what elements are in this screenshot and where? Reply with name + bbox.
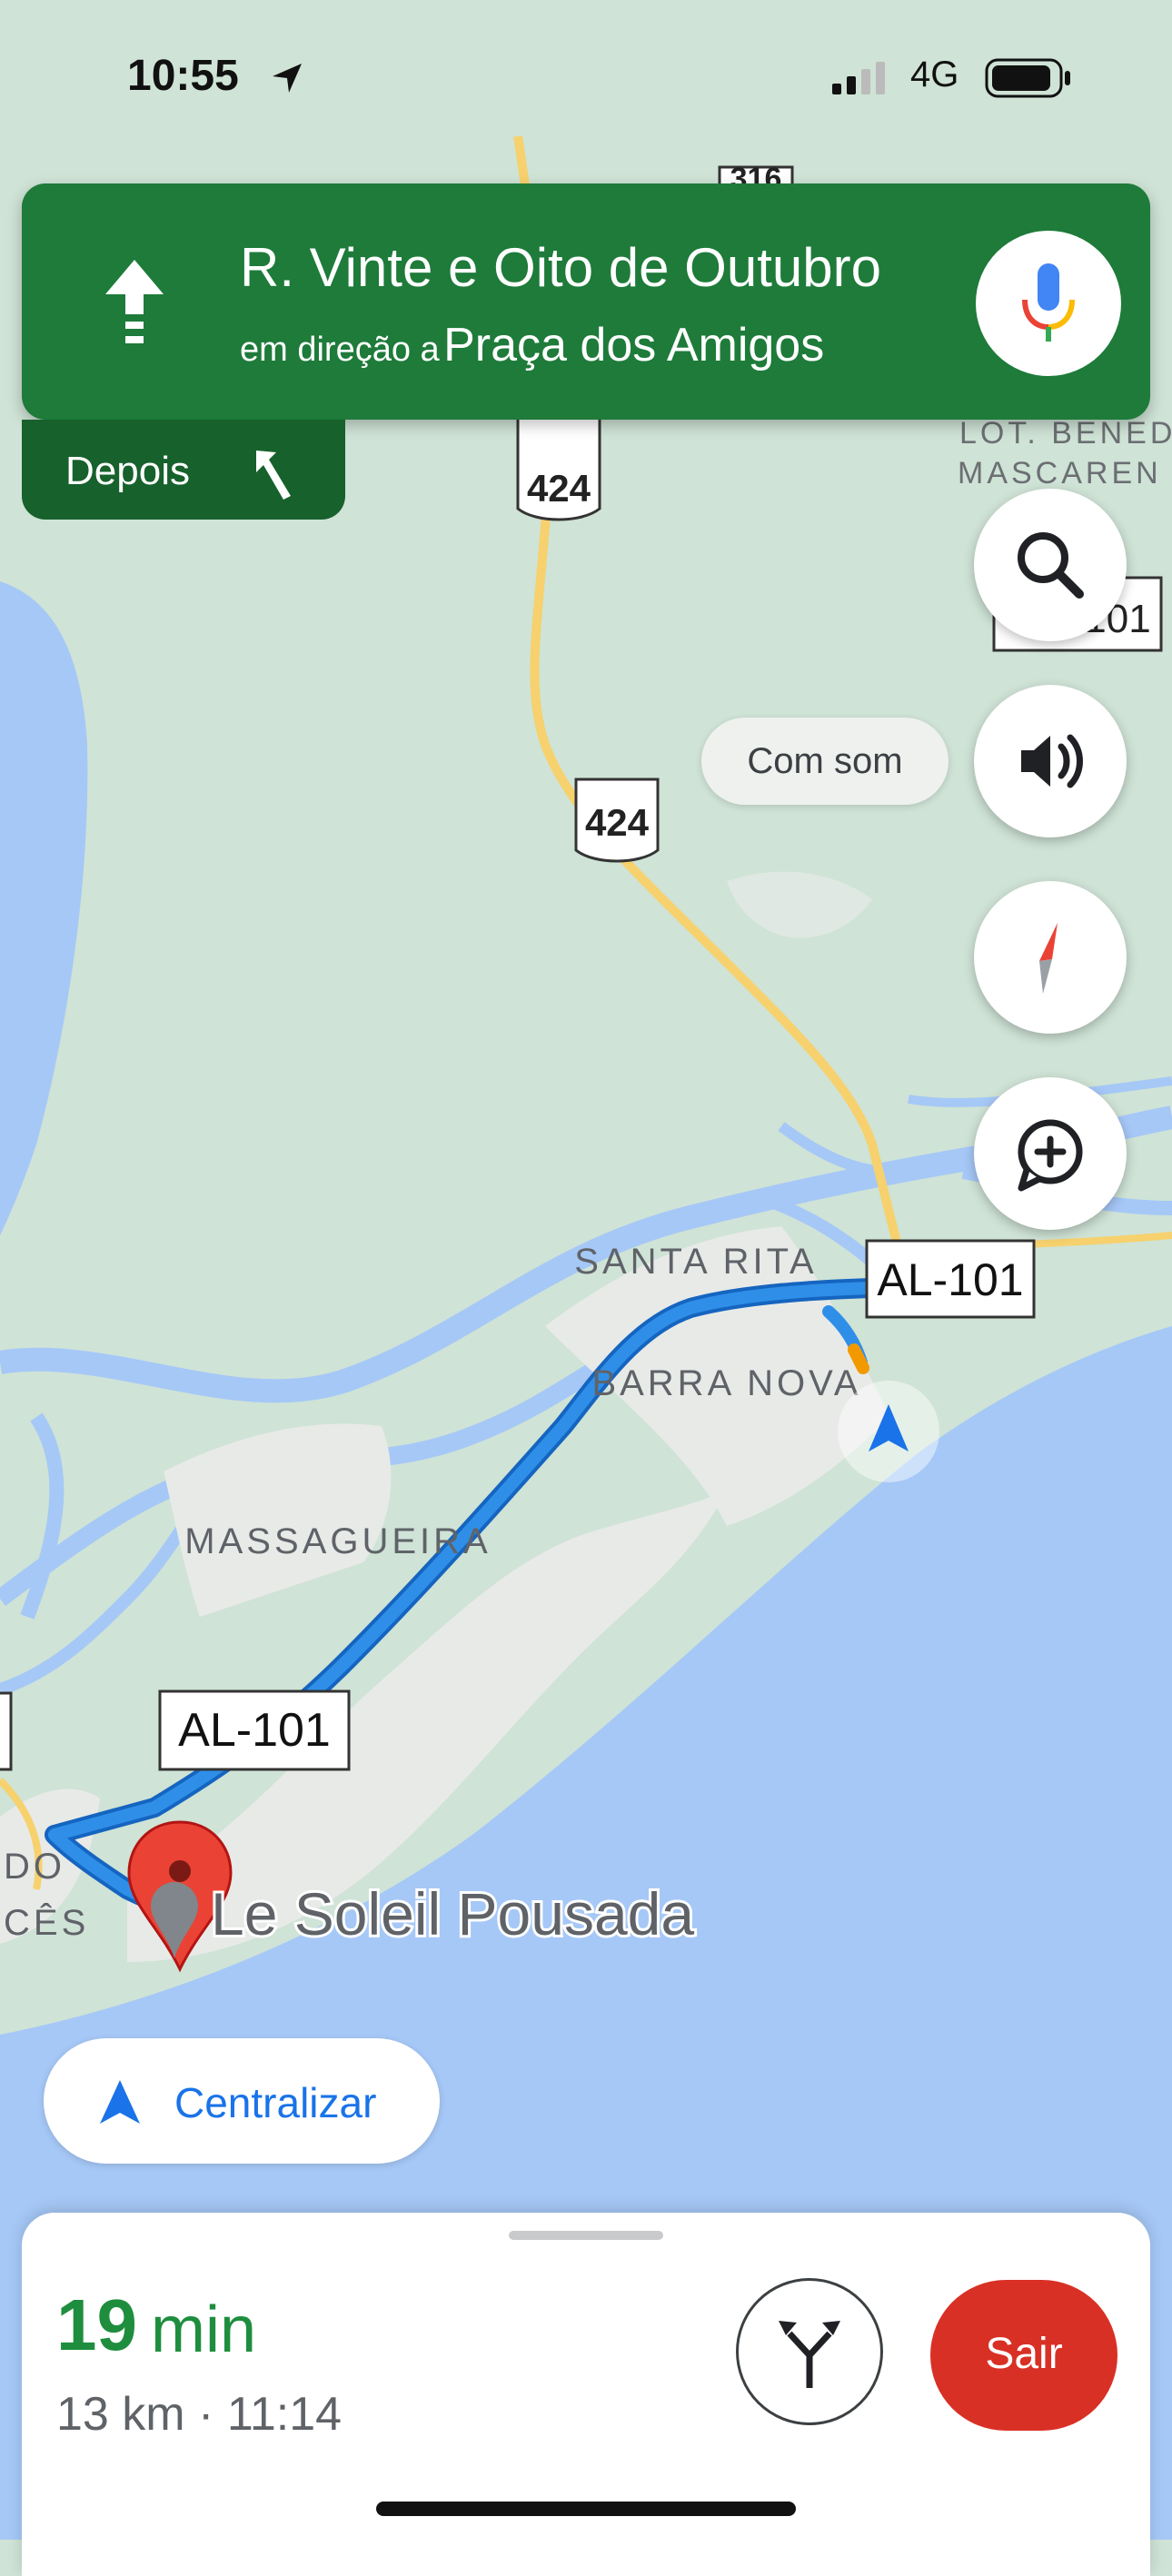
compass-button[interactable]	[974, 881, 1127, 1034]
search-icon	[1018, 532, 1084, 599]
navigation-arrow-icon	[100, 2080, 140, 2124]
turn-left-icon	[256, 451, 291, 500]
route-shield-al-101: AL-101	[865, 1239, 1036, 1319]
route-shield-label: AL-101	[877, 1254, 1023, 1305]
road-shield-424: 424	[574, 778, 660, 863]
next-turn-label: Depois	[65, 449, 190, 493]
navigation-instruction-card[interactable]: R. Vinte e Oito de Outubro em direção a …	[22, 183, 1150, 420]
place-label-partial: LOT. BENED	[959, 416, 1172, 451]
toward-place: Praça dos Amigos	[443, 319, 825, 372]
current-location-arrow	[838, 1381, 939, 1482]
road-shield-label: 424	[585, 801, 650, 844]
route-shield-partial	[0, 1691, 13, 1771]
eta-duration-unit: min	[151, 2294, 257, 2366]
place-label: BARRA NOVA	[591, 1363, 861, 1403]
street-name: R. Vinte e Oito de Outubro	[240, 237, 881, 298]
recenter-label: Centralizar	[174, 2079, 377, 2126]
toward-prefix: em direção a	[240, 331, 440, 369]
place-label-partial: CÊS	[4, 1902, 89, 1943]
eta-details: 13 km · 11:14	[56, 2388, 343, 2441]
place-label-partial: DO	[4, 1847, 65, 1887]
status-time: 10:55	[127, 52, 239, 100]
voice-search-button[interactable]	[976, 231, 1121, 376]
exit-label: Sair	[985, 2330, 1063, 2378]
next-turn-card: Depois	[22, 420, 345, 520]
route-fork-icon	[779, 2321, 840, 2388]
network-type: 4G	[910, 54, 959, 94]
report-button[interactable]	[974, 1077, 1127, 1230]
sound-status-pill: Com som	[701, 718, 949, 805]
search-button[interactable]	[974, 489, 1127, 641]
trip-summary-sheet[interactable]: 19 min 13 km · 11:14 Sair	[22, 2213, 1150, 2576]
location-arrow-icon	[273, 64, 302, 93]
sheet-drag-handle[interactable]	[509, 2231, 663, 2240]
status-bar: 10:55 4G	[0, 0, 1172, 163]
sound-status-label: Com som	[747, 741, 903, 781]
compass-icon	[1039, 923, 1058, 994]
exit-navigation-button[interactable]: Sair	[930, 2280, 1117, 2431]
signal-bars-icon	[832, 62, 885, 94]
recenter-button[interactable]: Centralizar	[44, 2038, 440, 2164]
place-label: MASSAGUEIRA	[184, 1521, 491, 1561]
add-report-icon	[1018, 1119, 1083, 1192]
place-label-partial: MASCAREN	[958, 456, 1162, 490]
road-shield-label: 424	[527, 467, 591, 510]
home-indicator[interactable]	[376, 2502, 796, 2516]
straight-arrow-icon	[105, 260, 164, 343]
place-label: SANTA RITA	[574, 1242, 817, 1282]
speaker-icon	[1021, 734, 1083, 788]
destination-label[interactable]: Le Soleil Pousada	[208, 1878, 697, 1950]
direction-line: em direção a Praça dos Amigos	[240, 318, 824, 372]
microphone-icon	[1022, 263, 1075, 342]
alternate-routes-button[interactable]	[736, 2278, 883, 2425]
sound-button[interactable]	[974, 685, 1127, 837]
battery-icon	[985, 58, 1070, 98]
eta-duration-value: 19	[56, 2284, 137, 2365]
route-shield-al-101: AL-101	[158, 1689, 351, 1771]
route-shield-label: AL-101	[178, 1704, 331, 1757]
road-shield-424: 424	[516, 412, 601, 521]
